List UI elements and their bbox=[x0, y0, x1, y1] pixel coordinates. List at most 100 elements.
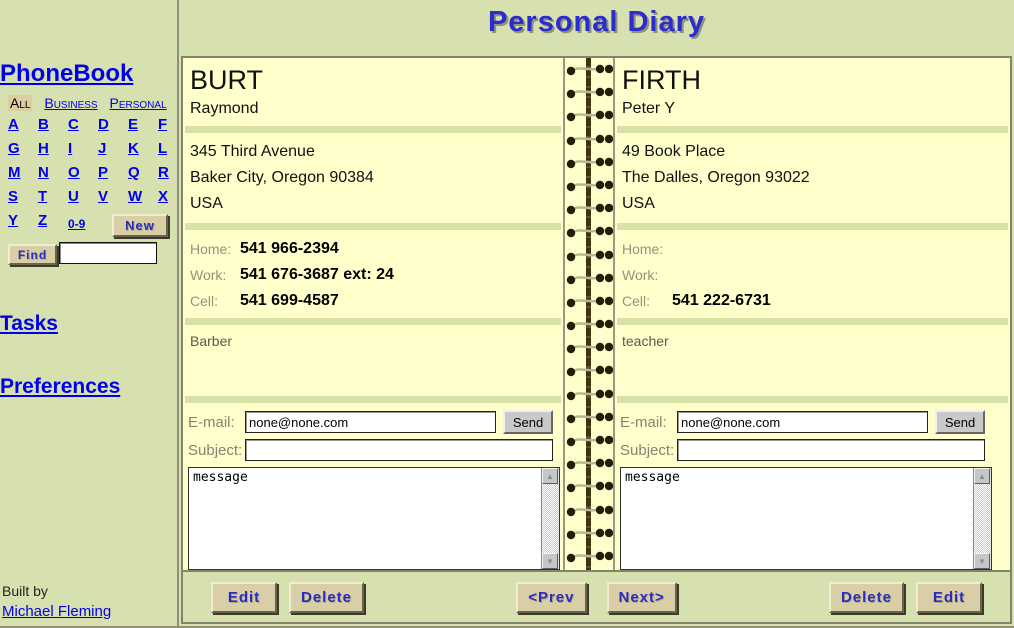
alpha-letter-F[interactable]: F bbox=[158, 116, 167, 140]
next-button[interactable]: Next> bbox=[607, 582, 677, 613]
spiral-ring bbox=[565, 174, 613, 197]
scrollbar[interactable]: ▲ ▼ bbox=[541, 468, 559, 569]
phone-row-work: Work: 541 676-3687 ext: 24 bbox=[190, 262, 563, 288]
address-block: 49 Book Place The Dalles, Oregon 93022 U… bbox=[615, 133, 1010, 223]
book-pages: BURT Raymond 345 Third Avenue Baker City… bbox=[183, 58, 1010, 570]
email-row: E-mail: Send bbox=[183, 407, 557, 437]
spiral-ring bbox=[565, 499, 613, 522]
scroll-up-icon[interactable]: ▲ bbox=[542, 468, 558, 484]
alpha-letter-H[interactable]: H bbox=[38, 140, 49, 164]
alpha-letter-I[interactable]: I bbox=[68, 140, 72, 164]
alpha-letter-0-9[interactable]: 0-9 bbox=[68, 217, 85, 231]
phonebook-link[interactable]: PhoneBook bbox=[0, 60, 133, 88]
phone-block: Home: 541 966-2394 Work: 541 676-3687 ex… bbox=[183, 230, 563, 318]
alpha-letter-C[interactable]: C bbox=[68, 116, 79, 140]
send-button[interactable]: Send bbox=[503, 410, 553, 434]
toolbar-right-half: Next> Delete Edit bbox=[601, 582, 1011, 613]
alpha-letter-S[interactable]: S bbox=[8, 188, 18, 212]
find-input[interactable] bbox=[59, 242, 157, 264]
alpha-letter-E[interactable]: E bbox=[128, 116, 138, 140]
occupation-block: Barber bbox=[183, 325, 563, 396]
edit-button-right[interactable]: Edit bbox=[916, 582, 982, 613]
spiral-ring bbox=[565, 429, 613, 452]
alpha-letter-R[interactable]: R bbox=[158, 164, 169, 188]
subject-label: Subject: bbox=[188, 442, 245, 459]
subject-label: Subject: bbox=[620, 442, 677, 459]
spiral-ring bbox=[565, 81, 613, 104]
send-button[interactable]: Send bbox=[935, 410, 985, 434]
scroll-down-icon[interactable]: ▼ bbox=[974, 553, 990, 569]
alpha-letter-U[interactable]: U bbox=[68, 188, 79, 212]
divider bbox=[617, 396, 1008, 403]
alpha-letter-D[interactable]: D bbox=[98, 116, 109, 140]
sidebar-item-preferences[interactable]: Preferences bbox=[0, 375, 120, 399]
right-button-group: Delete Edit bbox=[829, 582, 982, 613]
alpha-letter-Q[interactable]: Q bbox=[128, 164, 140, 188]
alpha-letter-N[interactable]: N bbox=[38, 164, 49, 188]
alpha-letter-W[interactable]: W bbox=[128, 188, 142, 212]
alpha-letter-M[interactable]: M bbox=[8, 164, 21, 188]
sidebar: PhoneBook All Business Personal ABCDEF GH… bbox=[0, 0, 179, 628]
left-button-group: Edit Delete bbox=[211, 582, 364, 613]
spiral-ring bbox=[565, 452, 613, 475]
first-name: Raymond bbox=[183, 96, 563, 126]
last-name: BURT bbox=[183, 58, 563, 96]
phone-row-cell: Cell: 541 222-6731 bbox=[622, 288, 1010, 314]
subject-field[interactable] bbox=[245, 439, 553, 461]
spiral-ring bbox=[565, 359, 613, 382]
find-button[interactable]: Find bbox=[8, 244, 57, 265]
subject-field[interactable] bbox=[677, 439, 985, 461]
scroll-down-icon[interactable]: ▼ bbox=[542, 553, 558, 569]
sidebar-item-tasks[interactable]: Tasks bbox=[0, 312, 58, 336]
alpha-letter-A[interactable]: A bbox=[8, 116, 19, 140]
edit-button-left[interactable]: Edit bbox=[211, 582, 277, 613]
alpha-letter-T[interactable]: T bbox=[38, 188, 47, 212]
email-field[interactable] bbox=[245, 411, 496, 433]
filter-personal[interactable]: Personal bbox=[110, 95, 167, 111]
occupation-block: teacher bbox=[615, 325, 1010, 396]
message-textarea[interactable]: message ▲ ▼ bbox=[188, 467, 560, 570]
alpha-letter-P[interactable]: P bbox=[98, 164, 108, 188]
alpha-letter-L[interactable]: L bbox=[158, 140, 167, 164]
scroll-up-icon[interactable]: ▲ bbox=[974, 468, 990, 484]
alpha-letter-Y[interactable]: Y bbox=[8, 212, 18, 236]
cell-value: 541 222-6731 bbox=[672, 292, 771, 310]
alpha-letter-G[interactable]: G bbox=[8, 140, 20, 164]
filter-all[interactable]: All bbox=[8, 95, 32, 111]
scrollbar[interactable]: ▲ ▼ bbox=[973, 468, 991, 569]
alpha-letter-B[interactable]: B bbox=[38, 116, 49, 140]
spiral-ring bbox=[565, 475, 613, 498]
alpha-letter-O[interactable]: O bbox=[68, 164, 80, 188]
personal-diary-app: Personal Diary PhoneBook All Business Pe… bbox=[0, 0, 1014, 628]
alpha-letter-X[interactable]: X bbox=[158, 188, 168, 212]
alpha-letter-K[interactable]: K bbox=[128, 140, 139, 164]
divider bbox=[185, 396, 561, 403]
cell-label: Cell: bbox=[622, 293, 672, 309]
prev-button[interactable]: <Prev bbox=[516, 582, 586, 613]
new-button[interactable]: New bbox=[112, 214, 168, 237]
delete-button-right[interactable]: Delete bbox=[829, 582, 904, 613]
phone-row-home: Home: 541 966-2394 bbox=[190, 236, 563, 262]
spiral-ring bbox=[565, 151, 613, 174]
message-text: message bbox=[189, 468, 559, 487]
bottom-toolbar: Edit Delete <Prev Next> Delete Edit bbox=[183, 570, 1010, 622]
alpha-letter-Z[interactable]: Z bbox=[38, 212, 47, 236]
spiral-ring bbox=[565, 406, 613, 429]
subject-row: Subject: bbox=[615, 437, 989, 463]
email-field[interactable] bbox=[677, 411, 928, 433]
spiral-ring bbox=[565, 313, 613, 336]
spiral-ring bbox=[565, 58, 613, 81]
toolbar-left-half: Edit Delete <Prev bbox=[183, 582, 601, 613]
message-text: message bbox=[621, 468, 991, 487]
alpha-letter-J[interactable]: J bbox=[98, 140, 106, 164]
author-link[interactable]: Michael Fleming bbox=[2, 603, 111, 620]
message-textarea[interactable]: message ▲ ▼ bbox=[620, 467, 992, 570]
diary-book: BURT Raymond 345 Third Avenue Baker City… bbox=[181, 56, 1012, 624]
address-line: USA bbox=[622, 191, 1010, 217]
alpha-letter-V[interactable]: V bbox=[98, 188, 108, 212]
filter-business[interactable]: Business bbox=[44, 95, 97, 111]
work-label: Work: bbox=[190, 267, 240, 283]
delete-button-left[interactable]: Delete bbox=[289, 582, 364, 613]
spiral-ring bbox=[565, 336, 613, 359]
spiral-ring bbox=[565, 244, 613, 267]
